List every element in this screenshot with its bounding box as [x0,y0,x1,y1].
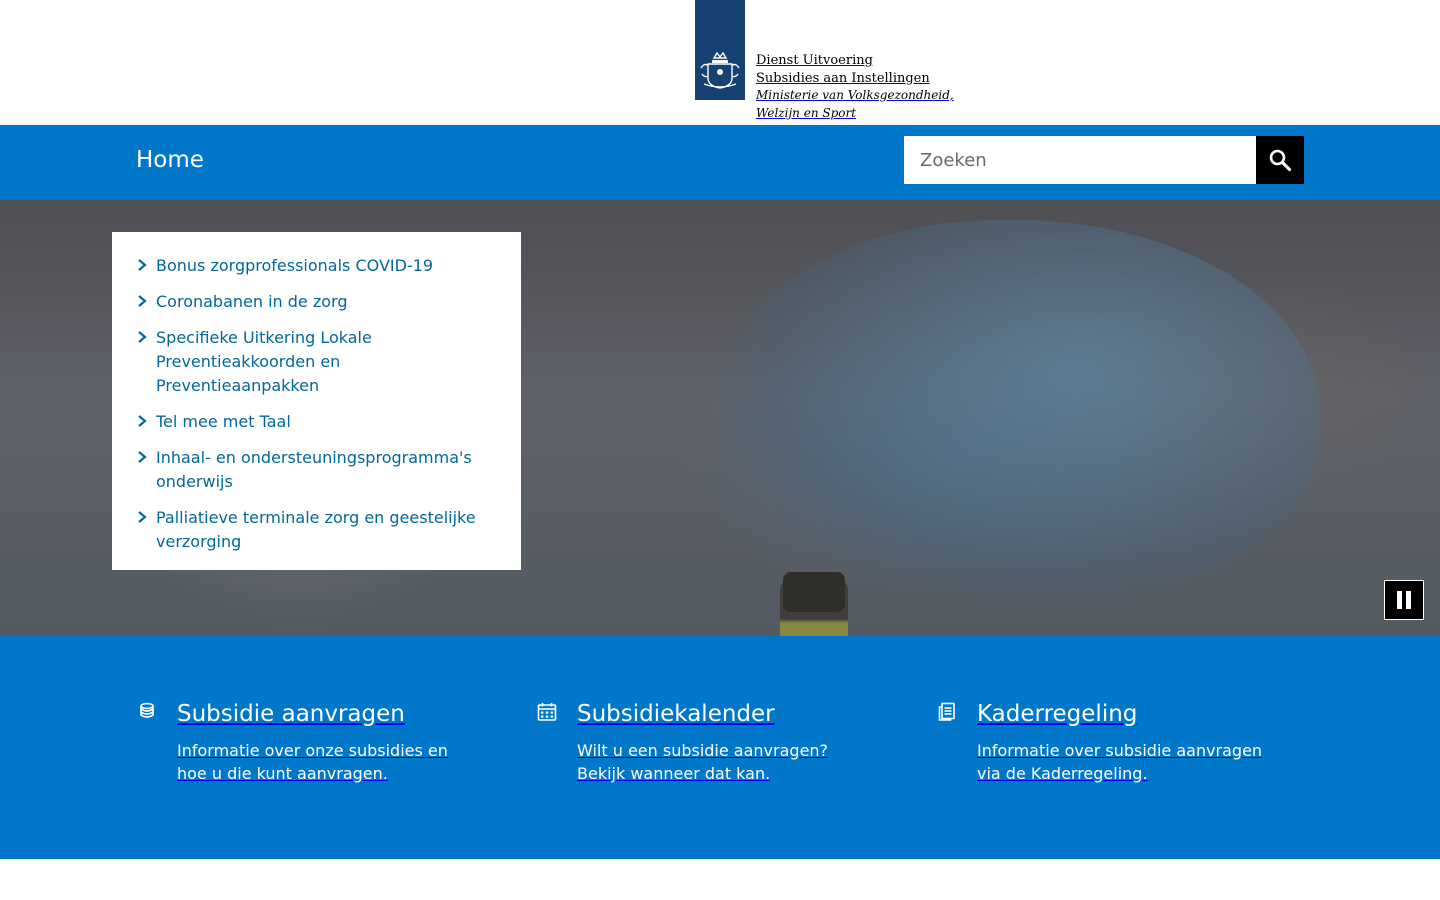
topic-link[interactable]: Inhaal- en ondersteuningsprogramma's ond… [156,446,501,494]
main-nav: Home [0,125,1440,200]
topic-item: Specifieke Uitkering Lokale Preventieakk… [136,326,501,398]
nav-home-link[interactable]: Home [136,147,204,173]
topic-link[interactable]: Palliatieve terminale zorg en geestelijk… [156,506,501,554]
feature-subsidiekalender[interactable]: Subsidiekalender Wilt u een subsidie aan… [537,699,867,785]
feature-kaderregeling[interactable]: Kaderregeling Informatie over subsidie a… [937,699,1267,785]
chevron-right-icon [138,295,147,307]
page-bottom-space [0,859,1440,900]
search-button[interactable] [1256,136,1304,184]
pause-icon [1397,591,1411,609]
topic-item: Palliatieve terminale zorg en geestelijk… [136,506,501,554]
chevron-right-icon [138,511,147,523]
hero-image-vial-cap [783,572,845,612]
logo-text: Dienst Uitvoering Subsidies aan Instelli… [756,52,954,122]
topic-link[interactable]: Coronabanen in de zorg [156,290,501,314]
feature-title: Subsidie aanvragen [177,701,405,727]
document-icon [938,702,955,721]
chevron-right-icon [138,331,147,343]
logo-block [695,0,745,100]
chevron-right-icon [138,415,147,427]
topic-link[interactable]: Bonus zorgprofessionals COVID-19 [156,254,501,278]
logo-line-3: Ministerie van Volksgezondheid, [756,88,954,102]
topics-list: Bonus zorgprofessionals COVID-19 Coronab… [136,254,501,554]
search-input[interactable] [904,136,1256,184]
logo-line-1: Dienst Uitvoering [756,53,873,68]
search-form [904,136,1304,184]
carousel-pause-button[interactable] [1384,580,1424,620]
feature-subsidie-aanvragen[interactable]: Subsidie aanvragen Informatie over onze … [137,699,467,785]
hero-image-glove [720,220,1320,600]
feature-title: Kaderregeling [977,701,1138,727]
topics-panel: Bonus zorgprofessionals COVID-19 Coronab… [112,232,521,570]
calendar-icon [537,703,557,721]
feature-text: Informatie over subsidie aanvragen via d… [977,741,1263,783]
topic-item: Inhaal- en ondersteuningsprogramma's ond… [136,446,501,494]
logo-line-2: Subsidies aan Instellingen [756,70,930,86]
chevron-right-icon [138,451,147,463]
feature-text: Informatie over onze subsidies en hoe u … [177,741,448,783]
chevron-right-icon [138,259,147,271]
feature-title: Subsidiekalender [577,701,775,727]
topic-item: Tel mee met Taal [136,410,501,434]
feature-text: Wilt u een subsidie aanvragen? Bekijk wa… [577,741,829,783]
topic-item: Coronabanen in de zorg [136,290,501,314]
features-section: Subsidie aanvragen Informatie over onze … [0,636,1440,859]
site-header: Dienst Uitvoering Subsidies aan Instelli… [0,0,1440,125]
site-logo[interactable]: Dienst Uitvoering Subsidies aan Instelli… [695,0,954,122]
search-icon [1269,149,1292,172]
topic-item: Bonus zorgprofessionals COVID-19 [136,254,501,278]
coins-icon [140,702,154,718]
topic-link[interactable]: Tel mee met Taal [156,410,501,434]
rijksoverheid-emblem-icon [700,51,740,89]
logo-line-4: Welzijn en Sport [756,105,857,120]
hero-carousel: Bonus zorgprofessionals COVID-19 Coronab… [0,200,1440,636]
topic-link[interactable]: Specifieke Uitkering Lokale Preventieakk… [156,326,501,398]
